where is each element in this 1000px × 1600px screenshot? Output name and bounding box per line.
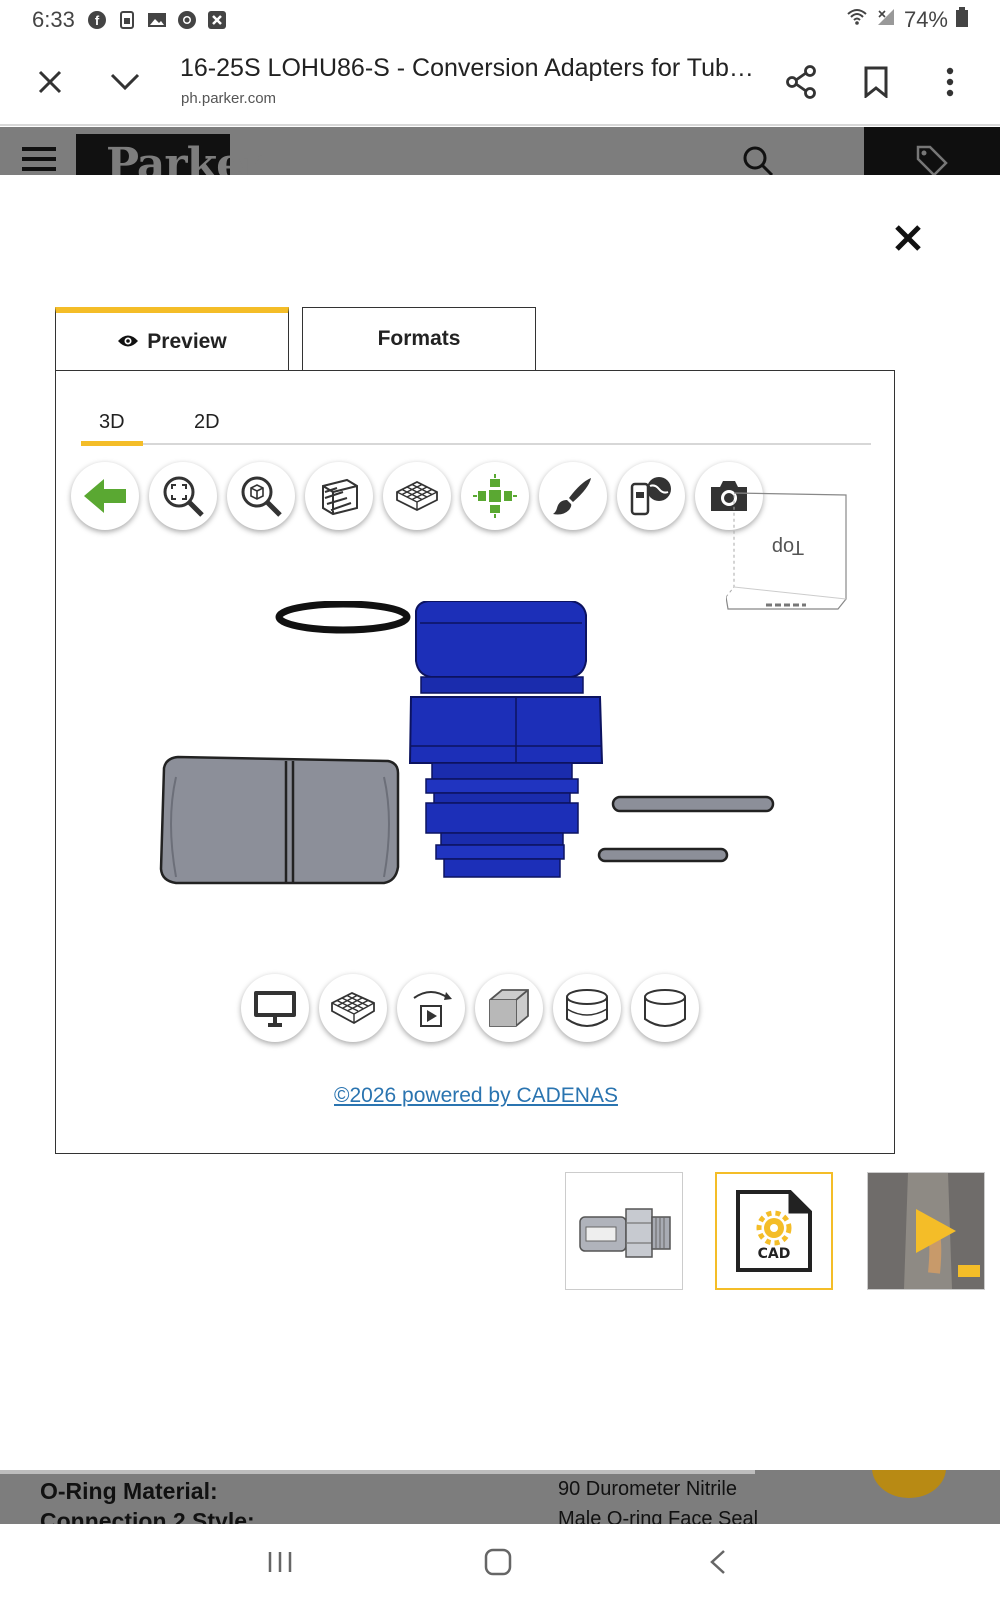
hamburger-menu-icon[interactable]: [22, 145, 56, 175]
minimize-button[interactable]: [101, 58, 149, 106]
page-url: ph.parker.com: [181, 90, 277, 107]
explode-icon[interactable]: [461, 462, 529, 530]
bookmark-icon: [864, 66, 888, 98]
cad-model-render[interactable]: [156, 600, 796, 901]
close-icon: [895, 225, 921, 251]
share-button[interactable]: [777, 58, 825, 106]
status-bar: 6:33 f 74%: [0, 0, 1000, 40]
video-thumbnail: [868, 1173, 984, 1289]
wireframe-icon[interactable]: [383, 462, 451, 530]
product-photo-image: [579, 1208, 671, 1258]
cadenas-credit-link[interactable]: ©2026 powered by CADENAS: [56, 1084, 896, 1108]
tag-icon[interactable]: [916, 145, 948, 175]
battery-percent: 74%: [903, 7, 948, 32]
spec-label-connection-2-style: Connection 2 Style:: [40, 1508, 255, 1524]
tab-preview[interactable]: Preview: [55, 307, 289, 371]
thumbnail-cad-file[interactable]: CAD: [715, 1172, 833, 1290]
bookmark-button[interactable]: [852, 58, 900, 106]
gallery-icon: [147, 10, 167, 30]
scroll-progress-bar: [0, 1470, 755, 1474]
cad-file-icon: CAD: [736, 1190, 812, 1272]
back-arrow-icon[interactable]: [71, 462, 139, 530]
facebook-icon: f: [87, 10, 107, 30]
thumbnail-product-photo[interactable]: [565, 1172, 683, 1290]
tab-preview-label: Preview: [147, 330, 227, 353]
fit-view-icon[interactable]: [149, 462, 217, 530]
cad-file-label: CAD: [758, 1246, 791, 1262]
view-tab-3d[interactable]: 3D: [99, 411, 125, 434]
specs-section: O-Ring Material: 90 Durometer Nitrile Co…: [0, 1470, 1000, 1524]
site-tag-area: [864, 127, 1000, 175]
home-button[interactable]: [468, 1537, 528, 1587]
cylinder-view-icon[interactable]: [553, 974, 621, 1042]
close-box-icon: [207, 10, 227, 30]
section-icon[interactable]: [305, 462, 373, 530]
wifi-icon: [846, 6, 868, 34]
close-tab-button[interactable]: [26, 58, 74, 106]
view-cube-label: Top: [772, 536, 804, 558]
rotate-play-icon[interactable]: [397, 974, 465, 1042]
notification-icons: f: [87, 10, 227, 30]
view-tab-divider: [81, 443, 871, 445]
thumbnail-video[interactable]: [867, 1172, 985, 1290]
svg-text:f: f: [95, 13, 100, 28]
more-vertical-icon: [946, 67, 954, 97]
parker-logo[interactable]: Parker: [76, 134, 266, 175]
box-view-icon[interactable]: [475, 974, 543, 1042]
system-nav-bar: [0, 1525, 1000, 1600]
view-tab-active-indicator: [81, 441, 143, 446]
spec-value-connection-2-style: Male O-ring Face Seal: [558, 1508, 759, 1524]
spec-value-oring-material: 90 Durometer Nitrile: [558, 1478, 737, 1500]
back-icon: [710, 1550, 725, 1574]
zoom-3d-icon[interactable]: [227, 462, 295, 530]
share-icon: [786, 65, 816, 99]
mesh-icon[interactable]: [319, 974, 387, 1042]
spec-label-oring-material: O-Ring Material:: [40, 1478, 218, 1504]
site-nav: Parker: [0, 127, 1000, 175]
ar-view-icon[interactable]: [617, 462, 685, 530]
recent-apps-button[interactable]: [250, 1537, 310, 1587]
modal-close-button[interactable]: [886, 216, 930, 260]
chrome-icon: [177, 10, 197, 30]
status-right: 74%: [846, 6, 968, 34]
signal-icon: [876, 7, 896, 33]
search-icon[interactable]: [742, 145, 774, 175]
status-time: 6:33: [32, 7, 75, 32]
page-title: 16-25S LOHU86-S - Conversion Adapters fo…: [180, 54, 760, 82]
monitor-icon[interactable]: [241, 974, 309, 1042]
chevron-down-icon: [110, 73, 140, 91]
cad-viewer-panel: 3D 2D Top ©2026 powered by CADENAS: [55, 370, 895, 1154]
view-tab-2d[interactable]: 2D: [194, 411, 220, 434]
browser-header: 16-25S LOHU86-S - Conversion Adapters fo…: [0, 40, 1000, 126]
tab-formats-label: Formats: [377, 327, 461, 350]
back-button[interactable]: [688, 1537, 748, 1587]
eye-icon: [117, 330, 139, 354]
sim-icon: [117, 10, 137, 30]
cylinder-outline-icon[interactable]: [631, 974, 699, 1042]
close-icon: [38, 70, 62, 94]
floating-action-button[interactable]: [872, 1470, 946, 1498]
more-options-button[interactable]: [926, 58, 974, 106]
paint-brush-icon[interactable]: [539, 462, 607, 530]
battery-icon: [956, 7, 968, 33]
home-icon: [484, 1548, 512, 1576]
tab-formats[interactable]: Formats: [302, 307, 536, 371]
recent-apps-icon: [268, 1552, 292, 1572]
